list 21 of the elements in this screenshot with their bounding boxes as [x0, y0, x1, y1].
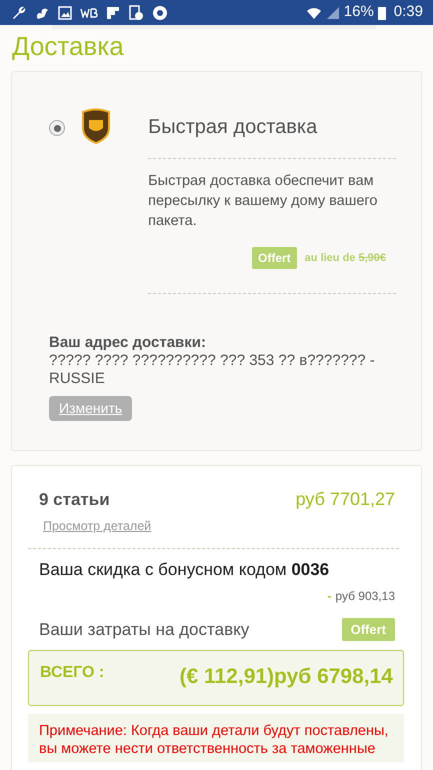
address-label: Ваш адрес доставки:: [49, 334, 207, 352]
page-title: Доставка: [12, 31, 125, 61]
discount-text: Ваша скидка с бонусном кодом 0036: [39, 559, 330, 581]
discount-amount: руб 903,13: [335, 588, 395, 604]
item-count: 9 статьи: [39, 489, 110, 511]
clock-time: 0:39: [394, 2, 423, 22]
option-title: Быстрая доставка: [148, 115, 318, 140]
option-description: Быстрая доставка обеспечит вам пересылку к вашему дому вашего пакета.: [148, 172, 378, 231]
edit-button[interactable]: Изменить: [49, 396, 132, 421]
offert-badge: Offert: [342, 618, 395, 641]
offert-badge: Offert: [252, 247, 297, 269]
minus-sign: -: [327, 588, 332, 604]
details-link[interactable]: Просмотр деталей: [43, 517, 152, 536]
total-amount: (€ 112,91)руб 6798,14: [179, 664, 393, 690]
address-text: ????? ???? ?????????? ??? 353 ?? в??????? - RUSSIE: [49, 352, 376, 388]
shipping-cost-label: Ваши затраты на доставку: [39, 618, 250, 640]
old-price: au lieu de 5,90€: [304, 250, 386, 266]
customs-note: Примечание: Когда ваши детали будут поставлены, вы можете нести ответственность за таможенные: [28, 714, 404, 762]
items-price: руб 7701,27: [296, 488, 395, 511]
battery-percent: 16%: [344, 2, 374, 22]
total-label: ВСЕГО :: [40, 663, 104, 683]
